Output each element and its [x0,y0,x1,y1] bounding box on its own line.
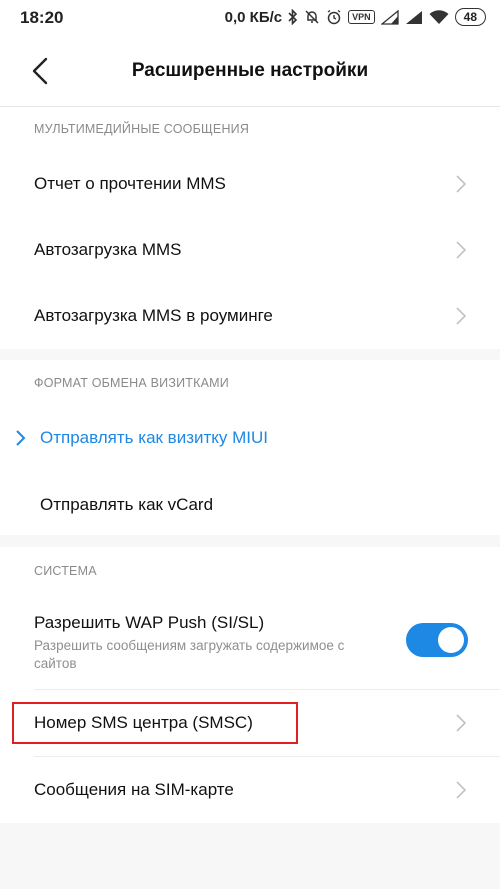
page-title: Расширенные настройки [131,60,369,81]
chevron-right-icon [454,305,468,327]
list-item-label: Сообщения на SIM-карте [34,780,234,799]
battery-icon: 48 [454,8,486,26]
list-item-label: Отправлять как визитку MIUI [40,428,269,447]
mute-icon [304,9,320,25]
highlight-box [12,702,298,744]
section-header-vcard: ФОРМАТ ОБМЕНА ВИЗИТКАМИ [34,376,229,390]
chevron-right-icon [454,779,468,801]
signal-icon [405,10,423,25]
section-vcard: ФОРМАТ ОБМЕНА ВИЗИТКАМИ Отправлять как в… [0,360,500,535]
list-item-label: Автозагрузка MMS в роуминге [34,306,273,325]
list-item-mms-read-report[interactable]: Отчет о прочтении MMS [0,151,500,217]
list-item-send-vcard[interactable]: Отправлять как vCard [0,471,500,537]
chevron-right-icon [454,712,468,734]
alarm-icon [326,9,342,25]
toggle-knob [438,627,464,653]
app-header: Расширенные настройки [0,34,500,107]
status-time: 18:20 [20,8,64,27]
section-header-system: СИСТЕМА [34,564,97,578]
signal-icon [380,9,399,25]
bluetooth-icon [288,9,298,25]
list-item-label: Отправлять как vCard [40,495,214,514]
section-header-mms: МУЛЬТИМЕДИЙНЫЕ СООБЩЕНИЯ [34,122,250,136]
list-item-label: Автозагрузка MMS [34,240,182,259]
wap-push-description: Разрешить сообщениям загружать содержимо… [34,638,345,671]
wap-push-toggle[interactable] [406,623,468,657]
list-item-sim-messages[interactable]: Сообщения на SIM-карте [0,757,500,823]
list-item-wap-push[interactable]: Разрешить WAP Push (SI/SL) Разрешить соо… [0,595,500,689]
chevron-right-icon [454,239,468,261]
status-icons: 0,0 КБ/с VPN 48 [225,6,486,28]
section-system: СИСТЕМА Разрешить WAP Push (SI/SL) Разре… [0,547,500,823]
network-speed: 0,0 КБ/с [224,8,283,26]
list-item-label: Отчет о прочтении MMS [34,174,226,193]
list-item-send-miui-card[interactable]: Отправлять как визитку MIUI [0,405,500,471]
selected-chevron-icon [14,427,28,449]
section-mms: МУЛЬТИМЕДИЙНЫЕ СООБЩЕНИЯ Отчет о прочтен… [0,107,500,349]
list-item-mms-roaming[interactable]: Автозагрузка MMS в роуминге [0,283,500,349]
wap-push-label: Разрешить WAP Push (SI/SL) [34,613,265,632]
list-item-mms-autoload[interactable]: Автозагрузка MMS [0,217,500,283]
vpn-icon: VPN [348,10,375,24]
status-bar: 18:20 0,0 КБ/с VPN 48 [0,0,500,34]
wifi-icon [429,9,449,25]
chevron-right-icon [454,173,468,195]
